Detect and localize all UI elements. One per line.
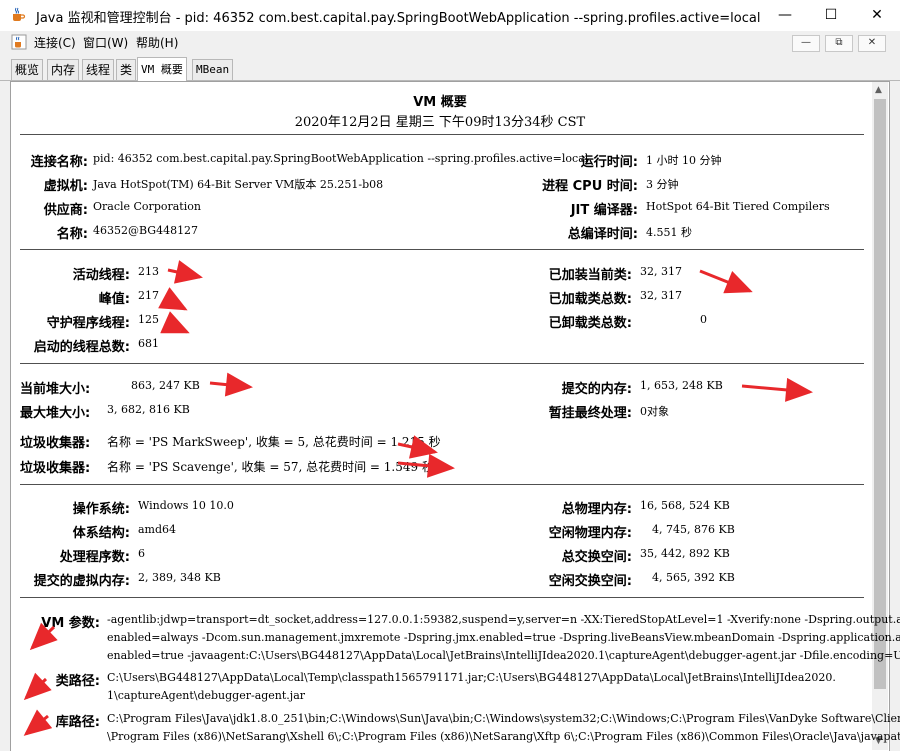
red-arrow-icon [29, 622, 58, 651]
red-arrow-icon [397, 453, 455, 478]
red-arrow-icon [158, 287, 188, 311]
annotation-layer [23, 260, 813, 736]
red-arrow-icon [160, 311, 190, 334]
scroll-thumb[interactable] [874, 99, 886, 689]
red-arrow-icon [699, 269, 753, 294]
red-arrow-icon [209, 372, 253, 397]
red-arrow-icon [167, 260, 203, 284]
red-arrow-icon [23, 672, 52, 701]
red-arrow-icon [741, 377, 813, 402]
red-arrow-icon [397, 435, 438, 459]
red-arrow-icon [23, 709, 53, 736]
